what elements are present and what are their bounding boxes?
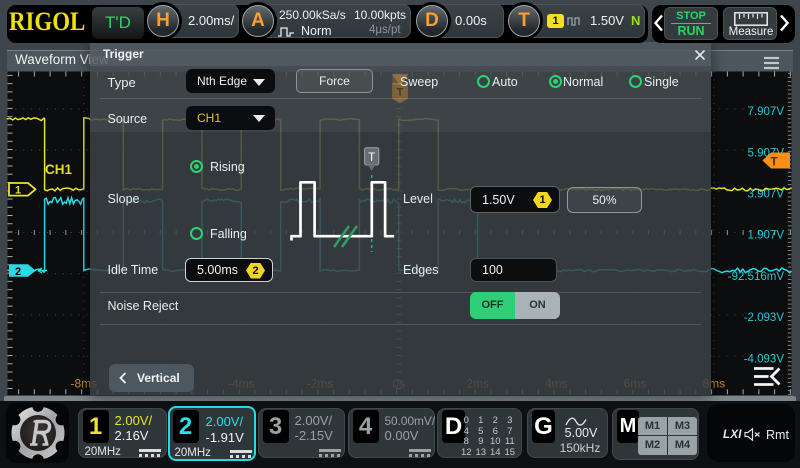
svg-text:2: 2 xyxy=(15,266,21,278)
svg-text:T: T xyxy=(770,154,778,168)
svg-text:T: T xyxy=(368,152,375,164)
svg-text:CH1: CH1 xyxy=(45,162,72,177)
svg-text:1: 1 xyxy=(15,185,21,197)
svg-text:1.907V: 1.907V xyxy=(748,230,785,242)
svg-text:3.907V: 3.907V xyxy=(748,189,785,201)
svg-text:-92.516mV: -92.516mV xyxy=(728,271,785,283)
svg-text:-2.093V: -2.093V xyxy=(744,312,785,324)
svg-text:7.907V: 7.907V xyxy=(748,106,785,118)
svg-text:-4.093V: -4.093V xyxy=(744,353,785,365)
